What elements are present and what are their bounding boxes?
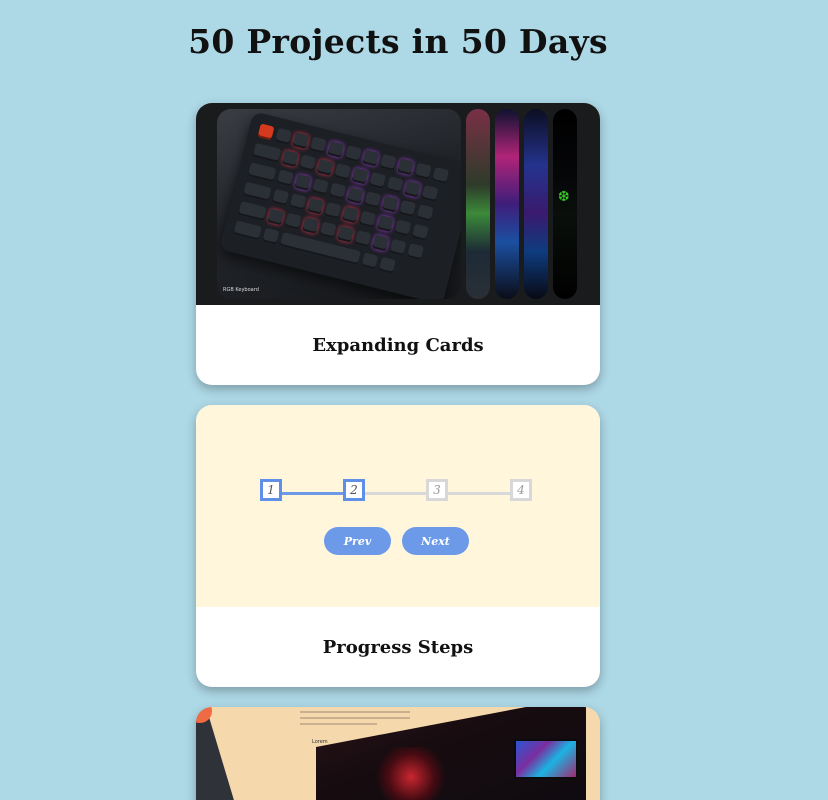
preview-panel: [495, 109, 519, 299]
project-card-expanding-cards[interactable]: RGB Keyboard ❆ Expanding Cards: [196, 103, 600, 385]
preview-panel: ❆: [553, 109, 577, 299]
razer-logo-icon: ❆: [558, 189, 570, 205]
project-card[interactable]: Lorem: [196, 707, 600, 800]
next-button: Next: [402, 527, 469, 555]
progress-step: 1: [260, 479, 282, 501]
preview-label: Lorem: [312, 739, 328, 745]
preview-panel-active: RGB Keyboard: [217, 109, 461, 299]
progress-step: 4: [510, 479, 532, 501]
monitor-image: [514, 739, 578, 779]
project-card-progress-steps[interactable]: 1 2 3 4 Prev Next Progress Steps: [196, 405, 600, 687]
project-preview-image[interactable]: 1 2 3 4 Prev Next: [196, 405, 600, 607]
project-preview-image[interactable]: RGB Keyboard ❆: [196, 103, 600, 305]
progress-step: 3: [426, 479, 448, 501]
panel-caption: RGB Keyboard: [223, 287, 259, 293]
preview-text-lines: [300, 711, 410, 729]
project-preview-image[interactable]: Lorem: [196, 707, 600, 800]
progress-step: 2: [343, 479, 365, 501]
keyboard-image: [219, 111, 461, 299]
page-title: 50 Projects in 50 Days: [188, 22, 608, 61]
preview-panel: [466, 109, 490, 299]
project-title[interactable]: Expanding Cards: [196, 305, 600, 385]
progress-track-active: [272, 492, 352, 495]
prev-button: Prev: [324, 527, 391, 555]
preview-panel: [524, 109, 548, 299]
project-title[interactable]: Progress Steps: [196, 607, 600, 687]
